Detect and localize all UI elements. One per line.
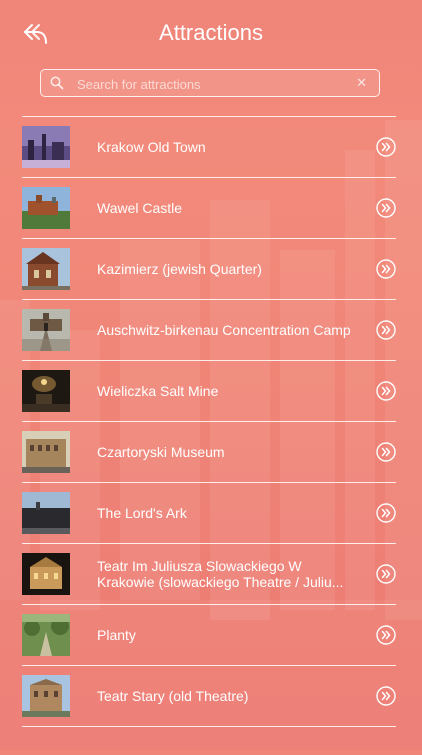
- attractions-list: Krakow Old Town Wawel Castle Kazimierz (…: [22, 116, 396, 727]
- chevron-right-icon[interactable]: [376, 137, 396, 157]
- attraction-thumbnail: [22, 309, 70, 351]
- attraction-name: Czartoryski Museum: [97, 444, 225, 460]
- chevron-right-icon[interactable]: [376, 320, 396, 340]
- list-item[interactable]: Krakow Old Town: [22, 117, 396, 177]
- page-title: Attractions: [159, 20, 263, 45]
- attraction-name: Wawel Castle: [97, 200, 183, 216]
- list-item[interactable]: Wieliczka Salt Mine: [22, 361, 396, 421]
- attraction-name: Teatr Stary (old Theatre): [97, 688, 249, 704]
- attraction-name: Wieliczka Salt Mine: [97, 383, 219, 399]
- list-item[interactable]: The Lord's Ark: [22, 483, 396, 543]
- clear-search-icon[interactable]: ✕: [356, 75, 367, 91]
- chevron-right-icon[interactable]: [376, 503, 396, 523]
- search-icon: [50, 76, 64, 90]
- attraction-thumbnail: [22, 614, 70, 656]
- list-item[interactable]: Auschwitz-birkenau Concentration Camp: [22, 300, 396, 360]
- attraction-name: Auschwitz-birkenau Concentration Camp: [97, 322, 351, 338]
- attraction-name: Planty: [97, 627, 136, 643]
- attraction-name: Kazimierz (jewish Quarter): [97, 261, 262, 277]
- attraction-thumbnail: [22, 492, 70, 534]
- attraction-name: The Lord's Ark: [97, 505, 187, 521]
- attraction-thumbnail: [22, 370, 70, 412]
- list-item[interactable]: Planty: [22, 605, 396, 665]
- list-item[interactable]: Teatr Stary (old Theatre): [22, 666, 396, 726]
- list-item[interactable]: Czartoryski Museum: [22, 422, 396, 482]
- attraction-thumbnail: [22, 553, 70, 595]
- attraction-name: Krakow Old Town: [97, 139, 206, 155]
- navigation-bar: Attractions: [0, 0, 422, 68]
- chevron-right-icon[interactable]: [376, 442, 396, 462]
- search-input[interactable]: [75, 72, 349, 96]
- chevron-right-icon[interactable]: [376, 259, 396, 279]
- attraction-thumbnail: [22, 187, 70, 229]
- chevron-right-icon[interactable]: [376, 625, 396, 645]
- list-item[interactable]: Kazimierz (jewish Quarter): [22, 239, 396, 299]
- chevron-right-icon[interactable]: [376, 198, 396, 218]
- attraction-thumbnail: [22, 431, 70, 473]
- attraction-name: Teatr Im Juliusza Slowackiego W Krakowie…: [97, 558, 344, 590]
- attraction-thumbnail: [22, 126, 70, 168]
- list-divider: [22, 726, 396, 727]
- attraction-thumbnail: [22, 248, 70, 290]
- chevron-right-icon[interactable]: [376, 686, 396, 706]
- search-bar[interactable]: ✕: [40, 69, 380, 97]
- chevron-right-icon[interactable]: [376, 381, 396, 401]
- list-item[interactable]: Wawel Castle: [22, 178, 396, 238]
- attraction-thumbnail: [22, 675, 70, 717]
- list-item[interactable]: Teatr Im Juliusza Slowackiego W Krakowie…: [22, 544, 396, 604]
- chevron-right-icon[interactable]: [376, 564, 396, 584]
